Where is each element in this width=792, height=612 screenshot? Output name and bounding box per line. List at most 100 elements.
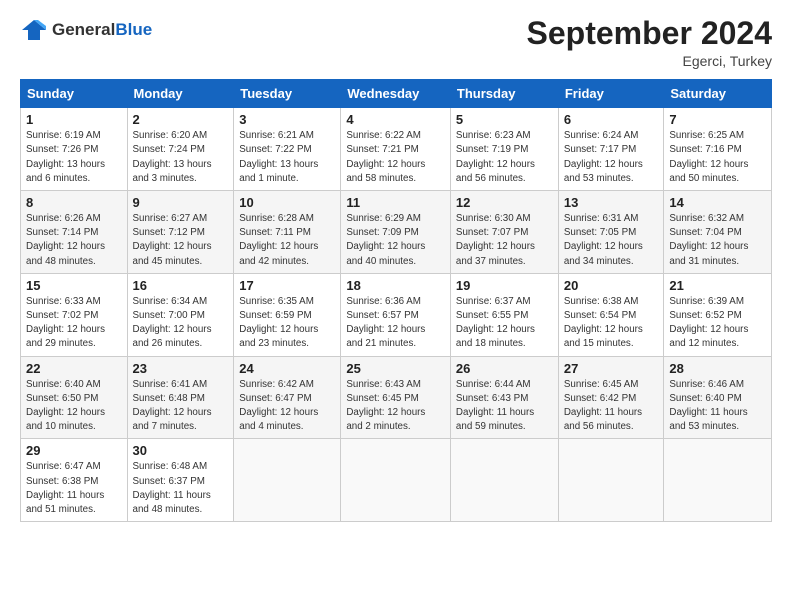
day-info: Sunrise: 6:19 AMSunset: 7:26 PMDaylight:… (26, 129, 122, 186)
day-number: 23 (133, 361, 229, 376)
day-info: Sunrise: 6:46 AMSunset: 6:40 PMDaylight:… (669, 378, 766, 435)
location: Egerci, Turkey (527, 53, 772, 69)
calendar-cell (450, 439, 558, 522)
calendar-cell: 1 Sunrise: 6:19 AMSunset: 7:26 PMDaylight… (21, 108, 128, 191)
day-info: Sunrise: 6:20 AMSunset: 7:24 PMDaylight:… (133, 129, 229, 186)
calendar-cell: 20Sunrise: 6:38 AMSunset: 6:54 PMDayligh… (558, 273, 664, 356)
day-number: 6 (564, 112, 659, 127)
col-header-monday: Monday (127, 80, 234, 108)
logo-blue: Blue (115, 20, 152, 39)
calendar-cell: 14Sunrise: 6:32 AMSunset: 7:04 PMDayligh… (664, 191, 772, 274)
day-info: Sunrise: 6:28 AMSunset: 7:11 PMDaylight:… (239, 212, 335, 269)
col-header-sunday: Sunday (21, 80, 128, 108)
day-number: 1 (26, 112, 122, 127)
calendar-cell: 22 Sunrise: 6:40 AMSunset: 6:50 PMDayligh… (21, 356, 128, 439)
calendar-cell: 5 Sunrise: 6:23 AMSunset: 7:19 PMDaylight… (450, 108, 558, 191)
calendar-cell: 15 Sunrise: 6:33 AMSunset: 7:02 PMDayligh… (21, 273, 128, 356)
calendar-header-row: SundayMondayTuesdayWednesdayThursdayFrid… (21, 80, 772, 108)
calendar-cell: 18 Sunrise: 6:36 AMSunset: 6:57 PMDayligh… (341, 273, 451, 356)
day-info: Sunrise: 6:35 AMSunset: 6:59 PMDaylight:… (239, 295, 335, 352)
day-info: Sunrise: 6:31 AMSunset: 7:05 PMDaylight:… (564, 212, 659, 269)
week-row-2: 8 Sunrise: 6:26 AMSunset: 7:14 PMDaylight… (21, 191, 772, 274)
day-number: 9 (133, 195, 229, 210)
calendar-cell: 21 Sunrise: 6:39 AMSunset: 6:52 PMDayligh… (664, 273, 772, 356)
day-info: Sunrise: 6:23 AMSunset: 7:19 PMDaylight:… (456, 129, 553, 186)
day-number: 24 (239, 361, 335, 376)
logo-icon (20, 16, 48, 44)
day-number: 18 (346, 278, 445, 293)
calendar-cell (664, 439, 772, 522)
col-header-tuesday: Tuesday (234, 80, 341, 108)
day-info: Sunrise: 6:40 AMSunset: 6:50 PMDaylight:… (26, 378, 122, 435)
day-number: 21 (669, 278, 766, 293)
day-number: 22 (26, 361, 122, 376)
calendar-cell: 12Sunrise: 6:30 AMSunset: 7:07 PMDayligh… (450, 191, 558, 274)
calendar-cell: 26 Sunrise: 6:44 AMSunset: 6:43 PMDayligh… (450, 356, 558, 439)
day-info: Sunrise: 6:37 AMSunset: 6:55 PMDaylight:… (456, 295, 553, 352)
day-info: Sunrise: 6:45 AMSunset: 6:42 PMDaylight:… (564, 378, 659, 435)
day-number: 20 (564, 278, 659, 293)
day-number: 5 (456, 112, 553, 127)
calendar-cell: 27 Sunrise: 6:45 AMSunset: 6:42 PMDayligh… (558, 356, 664, 439)
col-header-saturday: Saturday (664, 80, 772, 108)
calendar-cell: 7 Sunrise: 6:25 AMSunset: 7:16 PMDaylight… (664, 108, 772, 191)
calendar-cell: 4Sunrise: 6:22 AMSunset: 7:21 PMDaylight… (341, 108, 451, 191)
calendar-cell: 13Sunrise: 6:31 AMSunset: 7:05 PMDayligh… (558, 191, 664, 274)
col-header-friday: Friday (558, 80, 664, 108)
calendar-cell: 24 Sunrise: 6:42 AMSunset: 6:47 PMDayligh… (234, 356, 341, 439)
day-info: Sunrise: 6:22 AMSunset: 7:21 PMDaylight:… (346, 129, 445, 186)
day-info: Sunrise: 6:48 AMSunset: 6:37 PMDaylight:… (133, 460, 229, 517)
day-number: 17 (239, 278, 335, 293)
day-number: 19 (456, 278, 553, 293)
day-number: 27 (564, 361, 659, 376)
day-number: 12 (456, 195, 553, 210)
day-info: Sunrise: 6:42 AMSunset: 6:47 PMDaylight:… (239, 378, 335, 435)
week-row-1: 1 Sunrise: 6:19 AMSunset: 7:26 PMDaylight… (21, 108, 772, 191)
day-info: Sunrise: 6:24 AMSunset: 7:17 PMDaylight:… (564, 129, 659, 186)
logo: GeneralBlue (20, 16, 152, 44)
day-info: Sunrise: 6:47 AMSunset: 6:38 PMDaylight:… (26, 460, 122, 517)
day-info: Sunrise: 6:43 AMSunset: 6:45 PMDaylight:… (346, 378, 445, 435)
day-number: 7 (669, 112, 766, 127)
logo-text: GeneralBlue (52, 20, 152, 40)
day-info: Sunrise: 6:44 AMSunset: 6:43 PMDaylight:… (456, 378, 553, 435)
calendar-cell: 23 Sunrise: 6:41 AMSunset: 6:48 PMDayligh… (127, 356, 234, 439)
day-info: Sunrise: 6:26 AMSunset: 7:14 PMDaylight:… (26, 212, 122, 269)
calendar-cell: 3Sunrise: 6:21 AMSunset: 7:22 PMDaylight… (234, 108, 341, 191)
calendar-cell: 11 Sunrise: 6:29 AMSunset: 7:09 PMDayligh… (341, 191, 451, 274)
day-number: 8 (26, 195, 122, 210)
calendar-cell (558, 439, 664, 522)
day-number: 29 (26, 443, 122, 458)
day-info: Sunrise: 6:39 AMSunset: 6:52 PMDaylight:… (669, 295, 766, 352)
day-info: Sunrise: 6:29 AMSunset: 7:09 PMDaylight:… (346, 212, 445, 269)
day-info: Sunrise: 6:27 AMSunset: 7:12 PMDaylight:… (133, 212, 229, 269)
calendar-cell: 8 Sunrise: 6:26 AMSunset: 7:14 PMDaylight… (21, 191, 128, 274)
calendar-cell: 17 Sunrise: 6:35 AMSunset: 6:59 PMDayligh… (234, 273, 341, 356)
calendar-cell (234, 439, 341, 522)
day-number: 11 (346, 195, 445, 210)
day-info: Sunrise: 6:36 AMSunset: 6:57 PMDaylight:… (346, 295, 445, 352)
month-year: September 2024 (527, 16, 772, 51)
calendar-page: GeneralBlue September 2024 Egerci, Turke… (0, 0, 792, 612)
col-header-thursday: Thursday (450, 80, 558, 108)
week-row-3: 15 Sunrise: 6:33 AMSunset: 7:02 PMDayligh… (21, 273, 772, 356)
calendar-cell (341, 439, 451, 522)
week-row-5: 29 Sunrise: 6:47 AMSunset: 6:38 PMDayligh… (21, 439, 772, 522)
calendar-cell: 9 Sunrise: 6:27 AMSunset: 7:12 PMDaylight… (127, 191, 234, 274)
day-number: 28 (669, 361, 766, 376)
logo-general: General (52, 20, 115, 39)
calendar-cell: 30Sunrise: 6:48 AMSunset: 6:37 PMDayligh… (127, 439, 234, 522)
day-info: Sunrise: 6:41 AMSunset: 6:48 PMDaylight:… (133, 378, 229, 435)
day-number: 2 (133, 112, 229, 127)
day-info: Sunrise: 6:25 AMSunset: 7:16 PMDaylight:… (669, 129, 766, 186)
day-number: 26 (456, 361, 553, 376)
calendar-cell: 2 Sunrise: 6:20 AMSunset: 7:24 PMDaylight… (127, 108, 234, 191)
calendar-cell: 29 Sunrise: 6:47 AMSunset: 6:38 PMDayligh… (21, 439, 128, 522)
day-info: Sunrise: 6:33 AMSunset: 7:02 PMDaylight:… (26, 295, 122, 352)
calendar-cell: 19 Sunrise: 6:37 AMSunset: 6:55 PMDayligh… (450, 273, 558, 356)
calendar-cell: 10Sunrise: 6:28 AMSunset: 7:11 PMDayligh… (234, 191, 341, 274)
calendar-cell: 25Sunrise: 6:43 AMSunset: 6:45 PMDayligh… (341, 356, 451, 439)
day-info: Sunrise: 6:34 AMSunset: 7:00 PMDaylight:… (133, 295, 229, 352)
day-number: 15 (26, 278, 122, 293)
day-info: Sunrise: 6:21 AMSunset: 7:22 PMDaylight:… (239, 129, 335, 186)
